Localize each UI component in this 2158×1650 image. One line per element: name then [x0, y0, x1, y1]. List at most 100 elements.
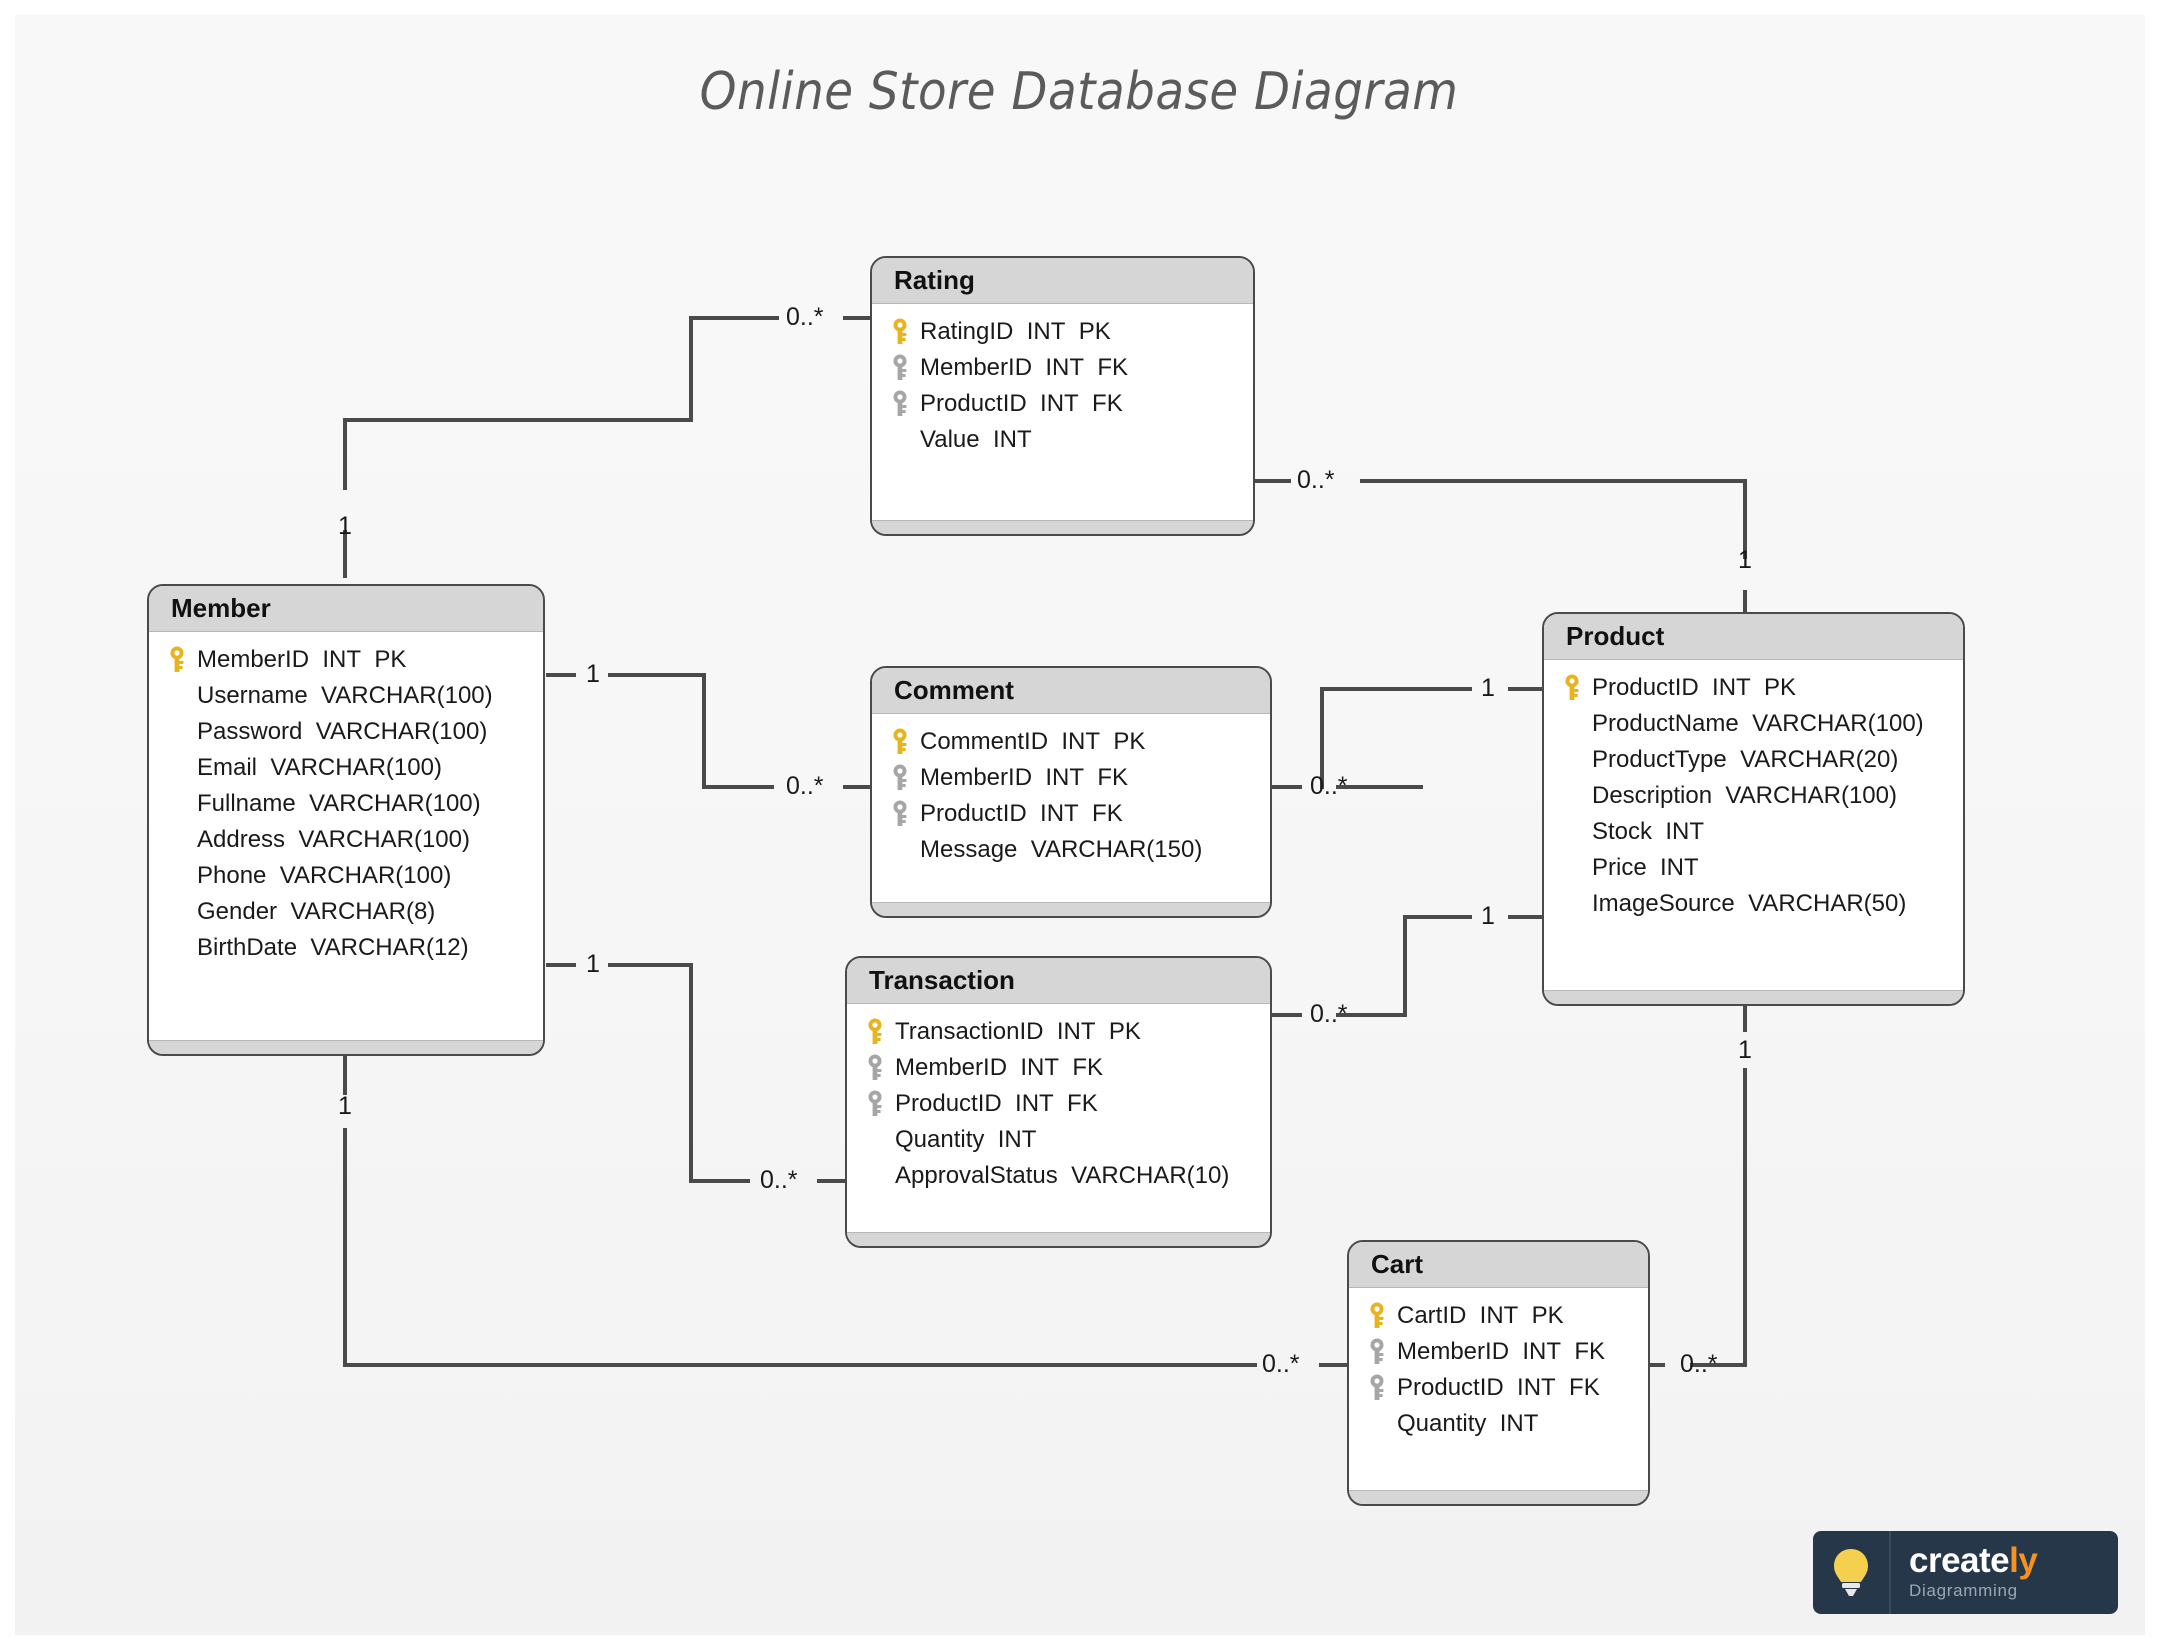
attribute-row[interactable]: MemberID INT PK [149, 642, 543, 678]
attribute-row[interactable]: MemberID INT FK [847, 1050, 1270, 1086]
attribute-row[interactable]: CartID INT PK [1349, 1298, 1648, 1334]
attribute-row[interactable]: Address VARCHAR(100) [149, 822, 543, 858]
connector-transaction-product [1403, 915, 1472, 919]
attribute-text: RatingID INT PK [920, 318, 1111, 345]
connector-rating-product [1743, 590, 1747, 612]
foreign-key-icon [884, 390, 916, 418]
entity-member-title: Member [149, 586, 543, 632]
attribute-text: Username VARCHAR(100) [197, 682, 493, 709]
connector-member-transaction [608, 963, 692, 967]
attribute-row[interactable]: ApprovalStatus VARCHAR(10) [847, 1158, 1270, 1194]
attribute-row[interactable]: Fullname VARCHAR(100) [149, 786, 543, 822]
attribute-text: MemberID INT FK [895, 1054, 1104, 1081]
foreign-key-icon [884, 354, 916, 382]
attribute-row[interactable]: ProductID INT PK [1544, 670, 1963, 706]
connector-member-rating [689, 316, 779, 320]
entity-cart-title: Cart [1349, 1242, 1648, 1288]
cardinality-transaction-member-many: 0..* [760, 1166, 798, 1194]
connector-member-transaction [689, 963, 693, 1183]
attribute-row[interactable]: MemberID INT FK [1349, 1334, 1648, 1370]
attribute-row[interactable]: ProductID INT FK [847, 1086, 1270, 1122]
attribute-text: ProductType VARCHAR(20) [1592, 746, 1899, 773]
attribute-row[interactable]: ProductID INT FK [872, 386, 1253, 422]
entity-rating-attributes: RatingID INT PK MemberID INT FK ProductI… [872, 304, 1253, 520]
lightbulb-icon [1813, 1531, 1891, 1614]
entity-cart-attributes: CartID INT PK MemberID INT FK ProductID … [1349, 1288, 1648, 1490]
attribute-row[interactable]: Email VARCHAR(100) [149, 750, 543, 786]
attribute-row[interactable]: ProductType VARCHAR(20) [1544, 742, 1963, 778]
attribute-text: ProductID INT FK [920, 800, 1123, 827]
attribute-row[interactable]: Stock INT [1544, 814, 1963, 850]
cardinality-cart-member-many: 0..* [1262, 1350, 1300, 1378]
attribute-text: ProductID INT FK [1397, 1374, 1600, 1401]
connector-member-comment [546, 673, 576, 677]
connector-member-comment [702, 673, 706, 789]
primary-key-icon [859, 1018, 891, 1046]
connector-comment-product [1272, 785, 1302, 789]
entity-transaction-attributes: TransactionID INT PK MemberID INT FK Pro… [847, 1004, 1270, 1232]
connector-transaction-product [1403, 915, 1407, 1017]
cardinality-product-rating-one: 1 [1738, 546, 1752, 574]
connector-rating-product [1253, 479, 1291, 483]
entity-comment-attributes: CommentID INT PK MemberID INT FK Product… [872, 714, 1270, 902]
attribute-text: ProductID INT FK [920, 390, 1123, 417]
attribute-text: Address VARCHAR(100) [197, 826, 470, 853]
cardinality-comment-product-many: 0..* [1310, 772, 1348, 800]
entity-cart-footer [1349, 1490, 1648, 1504]
entity-rating[interactable]: Rating RatingID INT PK MemberID INT FK P… [870, 256, 1255, 536]
attribute-row[interactable]: Username VARCHAR(100) [149, 678, 543, 714]
entity-comment[interactable]: Comment CommentID INT PK MemberID INT FK… [870, 666, 1272, 918]
attribute-row[interactable]: ProductID INT FK [872, 796, 1270, 832]
attribute-text: TransactionID INT PK [895, 1018, 1141, 1045]
connector-rating-product [1360, 479, 1747, 483]
entity-cart[interactable]: Cart CartID INT PK MemberID INT FK Produ… [1347, 1240, 1650, 1506]
attribute-row[interactable]: Description VARCHAR(100) [1544, 778, 1963, 814]
attribute-text: Password VARCHAR(100) [197, 718, 488, 745]
connector-comment-product [1336, 785, 1423, 789]
foreign-key-icon [859, 1054, 891, 1082]
attribute-row[interactable]: Password VARCHAR(100) [149, 714, 543, 750]
entity-transaction-footer [847, 1232, 1270, 1246]
attribute-row[interactable]: MemberID INT FK [872, 350, 1253, 386]
connector-member-comment [843, 785, 871, 789]
attribute-text: Quantity INT [1397, 1410, 1539, 1437]
entity-product-title: Product [1544, 614, 1963, 660]
attribute-row[interactable]: ProductID INT FK [1349, 1370, 1648, 1406]
attribute-text: Phone VARCHAR(100) [197, 862, 452, 889]
attribute-text: Fullname VARCHAR(100) [197, 790, 481, 817]
logo-subtitle: Diagramming [1909, 1580, 2018, 1600]
page-title: Online Store Database Diagram [699, 62, 1459, 122]
connector-member-transaction [689, 1179, 750, 1183]
attribute-row[interactable]: MemberID INT FK [872, 760, 1270, 796]
attribute-text: ProductID INT FK [895, 1090, 1098, 1117]
connector-member-rating [343, 418, 693, 422]
attribute-row[interactable]: Quantity INT [1349, 1406, 1648, 1442]
attribute-text: Quantity INT [895, 1126, 1037, 1153]
attribute-row[interactable]: Value INT [872, 422, 1253, 458]
attribute-row[interactable]: ProductName VARCHAR(100) [1544, 706, 1963, 742]
attribute-text: CommentID INT PK [920, 728, 1146, 755]
attribute-row[interactable]: Gender VARCHAR(8) [149, 894, 543, 930]
attribute-row[interactable]: Message VARCHAR(150) [872, 832, 1270, 868]
attribute-row[interactable]: BirthDate VARCHAR(12) [149, 930, 543, 966]
creately-logo[interactable]: creately Diagramming [1813, 1531, 2118, 1614]
logo-word-ly: ly [2009, 1541, 2038, 1581]
attribute-text: Stock INT [1592, 818, 1705, 845]
entity-product[interactable]: Product ProductID INT PK ProductName VAR… [1542, 612, 1965, 1006]
connector-member-comment [702, 785, 774, 789]
attribute-row[interactable]: ImageSource VARCHAR(50) [1544, 886, 1963, 922]
attribute-row[interactable]: TransactionID INT PK [847, 1014, 1270, 1050]
foreign-key-icon [884, 800, 916, 828]
connector-member-rating [689, 316, 693, 422]
attribute-row[interactable]: Quantity INT [847, 1122, 1270, 1158]
attribute-row[interactable]: RatingID INT PK [872, 314, 1253, 350]
attribute-row[interactable]: Phone VARCHAR(100) [149, 858, 543, 894]
connector-member-cart [1319, 1363, 1347, 1367]
cardinality-rating-member-many: 0..* [786, 303, 824, 331]
attribute-row[interactable]: CommentID INT PK [872, 724, 1270, 760]
entity-member[interactable]: Member MemberID INT PK Username VARCHAR(… [147, 584, 545, 1056]
attribute-text: Value INT [920, 426, 1032, 453]
attribute-row[interactable]: Price INT [1544, 850, 1963, 886]
cardinality-member-cart-one: 1 [338, 1092, 352, 1120]
entity-transaction[interactable]: Transaction TransactionID INT PK MemberI… [845, 956, 1272, 1248]
